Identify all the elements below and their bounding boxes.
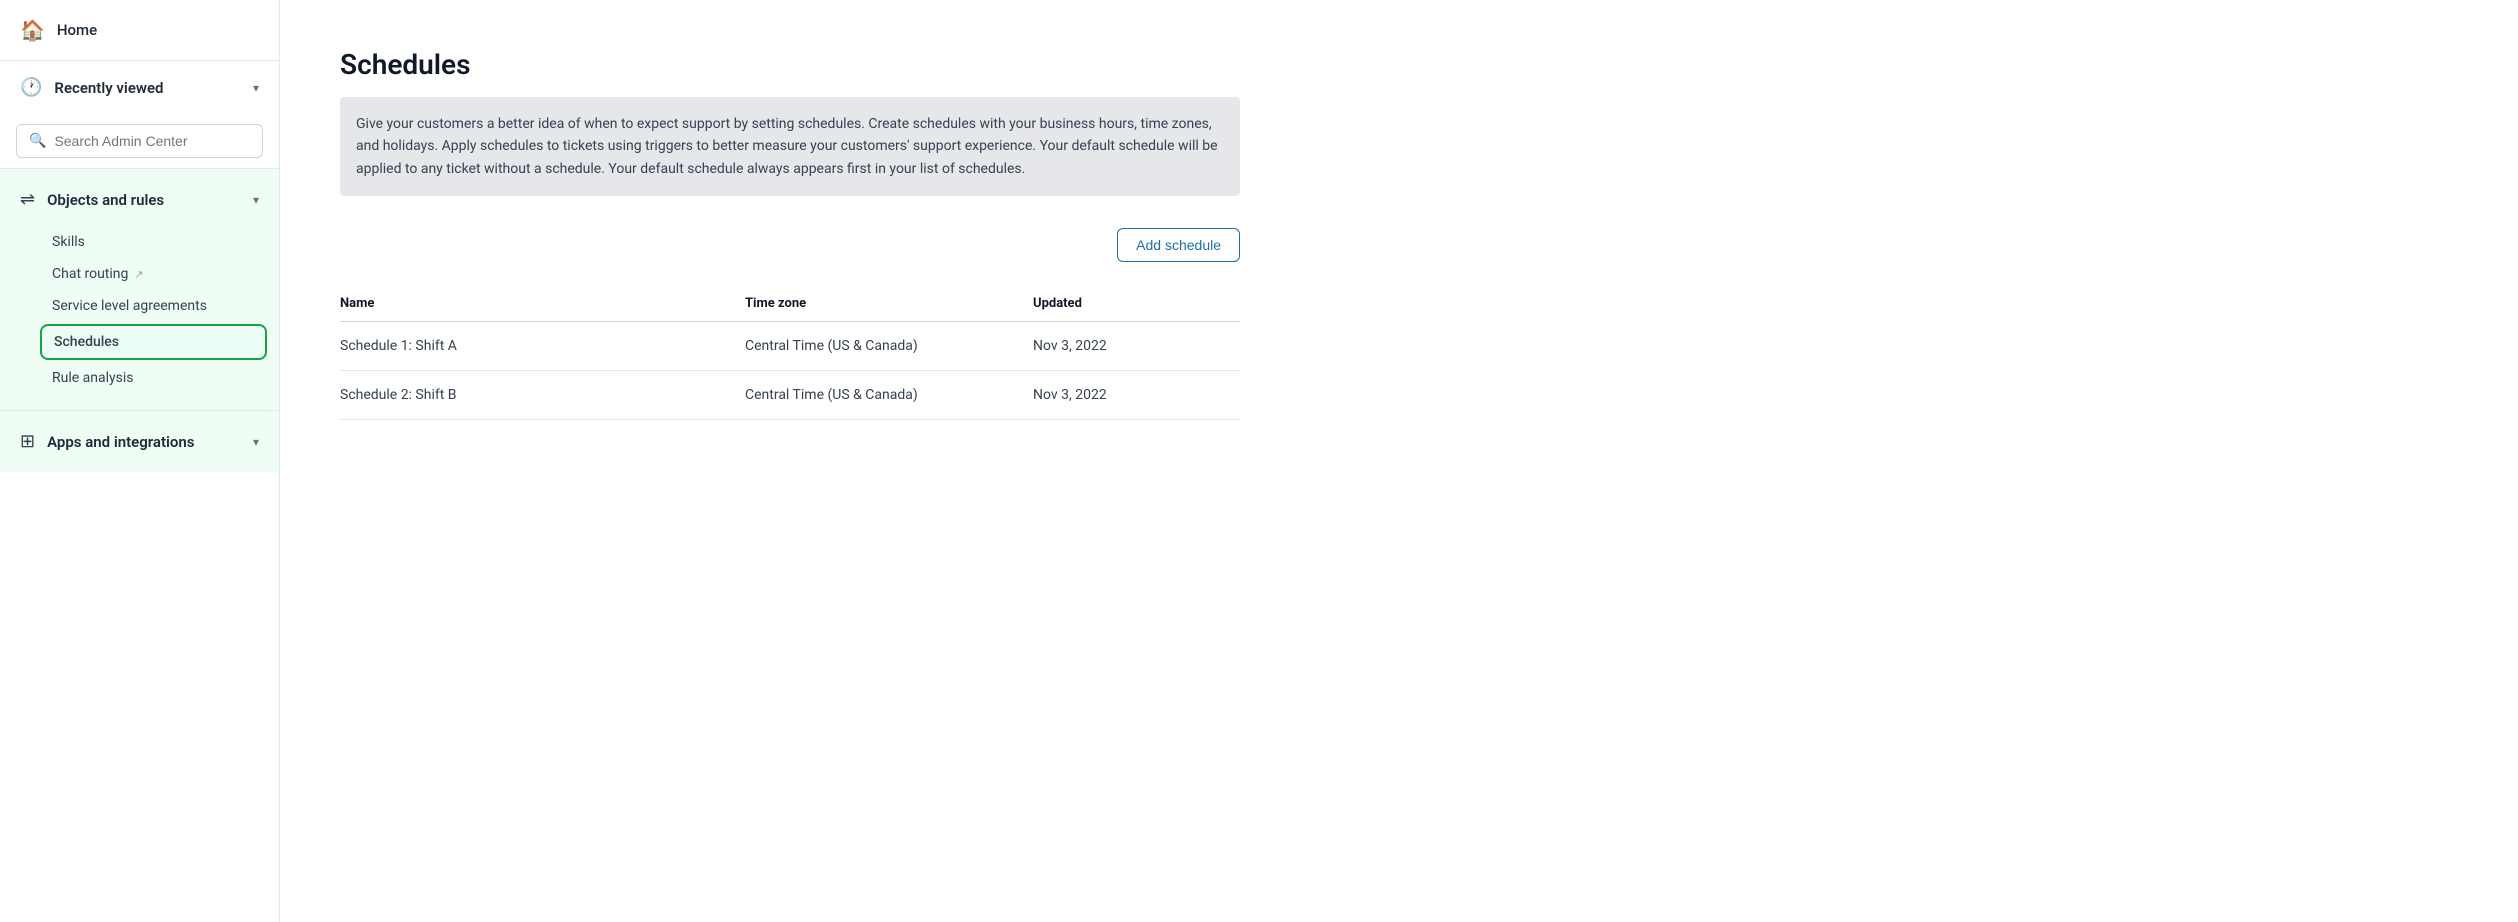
table-row[interactable]: Schedule 2: Shift B Central Time (US & C… xyxy=(340,371,1240,420)
search-container: 🔍 xyxy=(0,114,279,168)
apps-integrations-section: ⊞ Apps and integrations ▾ xyxy=(0,410,279,472)
service-level-label: Service level agreements xyxy=(52,298,207,314)
col-header-updated: Updated xyxy=(1033,286,1240,322)
external-link-icon: ↗ xyxy=(134,268,143,281)
sidebar-item-service-level[interactable]: Service level agreements xyxy=(0,290,279,322)
home-label: Home xyxy=(57,21,97,39)
row-updated-0: Nov 3, 2022 xyxy=(1033,322,1240,371)
objects-rules-header[interactable]: ⇌ Objects and rules ▾ xyxy=(0,177,279,222)
row-name-1: Schedule 2: Shift B xyxy=(340,371,745,420)
toolbar: Add schedule xyxy=(340,228,1240,262)
apps-icon: ⊞ xyxy=(20,431,35,452)
rule-analysis-label: Rule analysis xyxy=(52,370,134,386)
skills-label: Skills xyxy=(52,234,85,250)
clock-icon: 🕐 xyxy=(20,77,42,98)
add-schedule-button[interactable]: Add schedule xyxy=(1117,228,1240,262)
col-header-name: Name xyxy=(340,286,745,322)
apps-integrations-header[interactable]: ⊞ Apps and integrations ▾ xyxy=(0,419,279,464)
page-title: Schedules xyxy=(340,48,2458,81)
apps-integrations-label: Apps and integrations xyxy=(47,433,241,451)
objects-rules-label: Objects and rules xyxy=(47,191,241,209)
table-header-row: Name Time zone Updated xyxy=(340,286,1240,322)
sidebar-item-chat-routing[interactable]: Chat routing ↗ xyxy=(0,258,279,290)
apps-integrations-chevron: ▾ xyxy=(253,435,259,449)
search-icon: 🔍 xyxy=(29,133,46,149)
col-header-timezone: Time zone xyxy=(745,286,1033,322)
row-name-0: Schedule 1: Shift A xyxy=(340,322,745,371)
row-updated-1: Nov 3, 2022 xyxy=(1033,371,1240,420)
chat-routing-label: Chat routing xyxy=(52,266,128,282)
schedule-table: Name Time zone Updated Schedule 1: Shift… xyxy=(340,286,1240,420)
sidebar: 🏠 Home 🕐 Recently viewed ▾ 🔍 ⇌ Objects a… xyxy=(0,0,280,922)
recently-viewed-chevron: ▾ xyxy=(253,81,259,95)
main-content: Schedules Give your customers a better i… xyxy=(280,0,2518,922)
objects-icon: ⇌ xyxy=(20,189,35,210)
sidebar-item-skills[interactable]: Skills xyxy=(0,226,279,258)
row-timezone-0: Central Time (US & Canada) xyxy=(745,322,1033,371)
sidebar-home[interactable]: 🏠 Home xyxy=(0,0,279,60)
recently-viewed-section: 🕐 Recently viewed ▾ xyxy=(0,60,279,114)
row-timezone-1: Central Time (US & Canada) xyxy=(745,371,1033,420)
schedules-label: Schedules xyxy=(54,334,119,350)
objects-sub-items: Skills Chat routing ↗ Service level agre… xyxy=(0,222,279,402)
sidebar-item-rule-analysis[interactable]: Rule analysis xyxy=(0,362,279,394)
objects-rules-chevron: ▾ xyxy=(253,193,259,207)
objects-rules-section: ⇌ Objects and rules ▾ Skills Chat routin… xyxy=(0,168,279,410)
recently-viewed-header[interactable]: 🕐 Recently viewed ▾ xyxy=(0,65,279,110)
table-row[interactable]: Schedule 1: Shift A Central Time (US & C… xyxy=(340,322,1240,371)
home-icon: 🏠 xyxy=(20,18,45,42)
recently-viewed-label: Recently viewed xyxy=(54,79,241,97)
search-box[interactable]: 🔍 xyxy=(16,124,263,158)
sidebar-item-schedules[interactable]: Schedules Schedules xyxy=(40,324,267,360)
search-input[interactable] xyxy=(54,133,250,149)
page-description: Give your customers a better idea of whe… xyxy=(340,97,1240,196)
